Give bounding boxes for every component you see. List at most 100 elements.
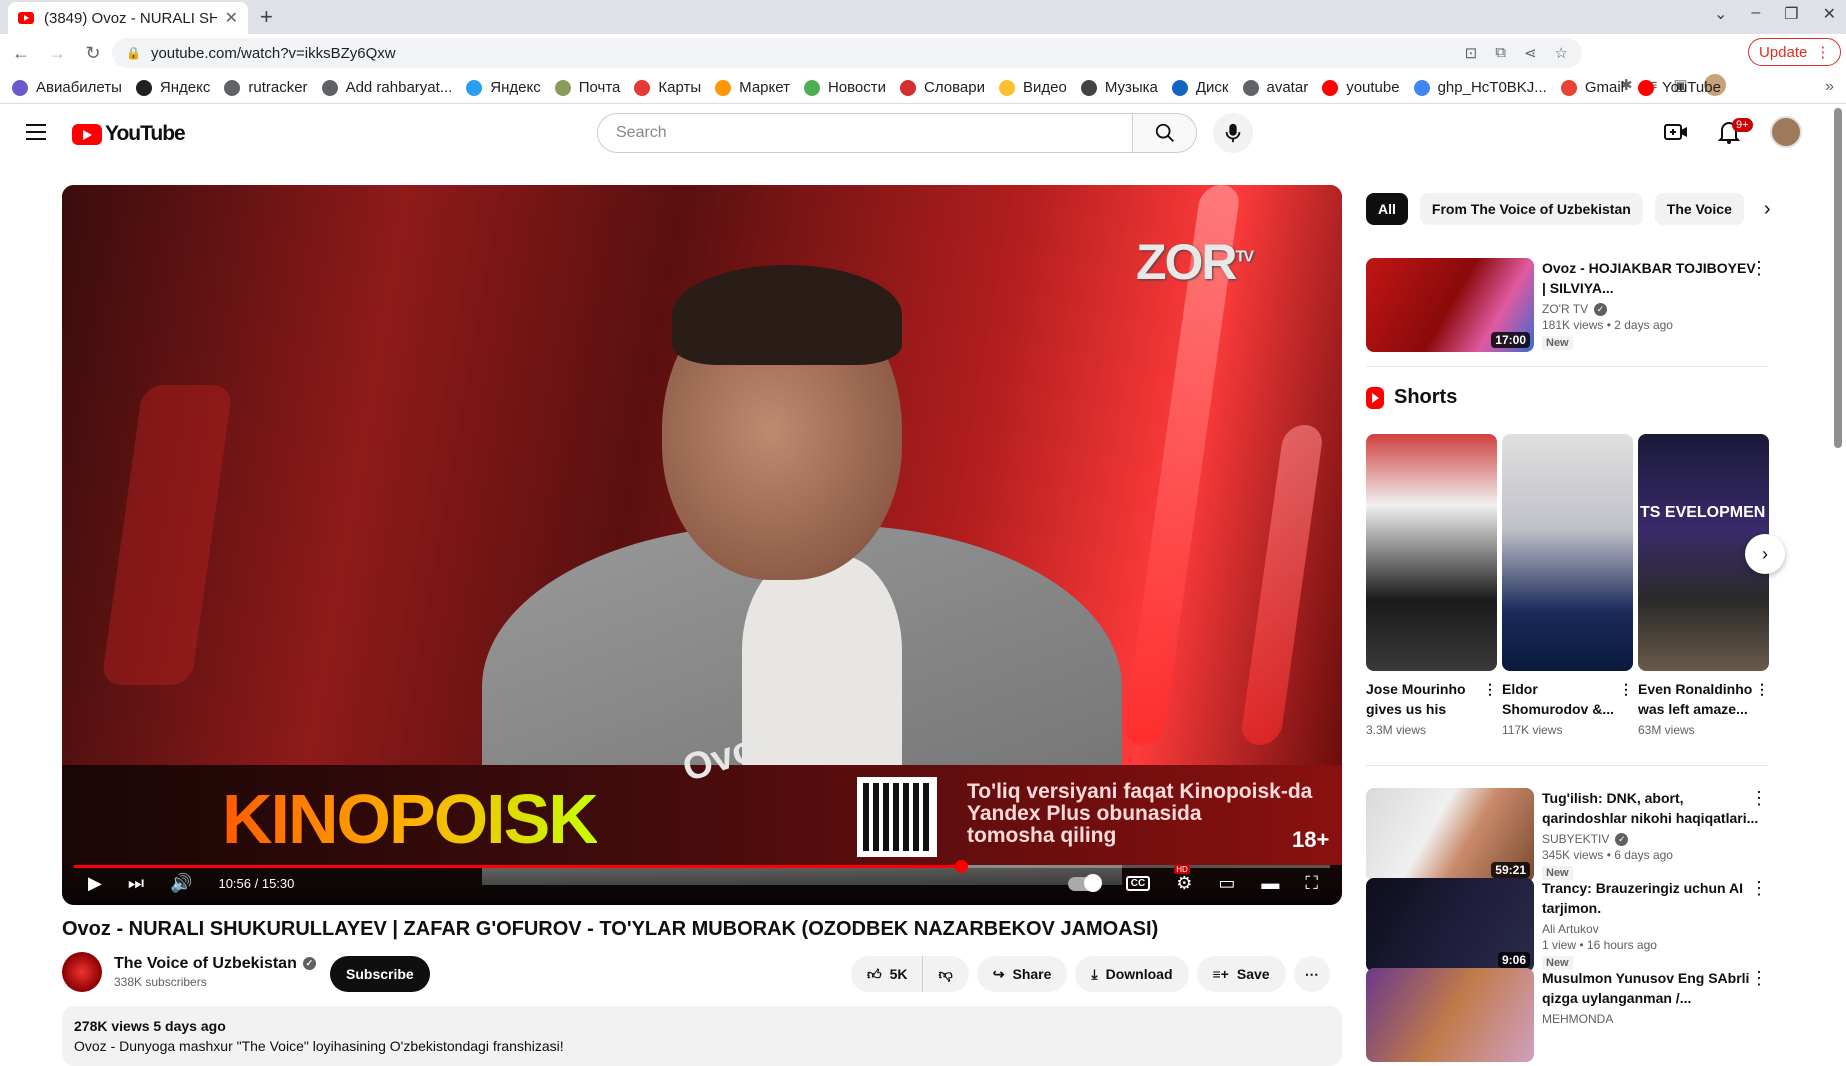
more-vertical-icon[interactable]: ⋮ bbox=[1750, 258, 1768, 279]
bookmark-item[interactable]: Почта bbox=[554, 79, 620, 96]
bookmark-item[interactable]: Словари bbox=[900, 79, 985, 96]
bookmark-item[interactable]: rutracker bbox=[224, 79, 308, 96]
settings-gear-icon[interactable]: ⚙ HD bbox=[1174, 865, 1192, 894]
bookmark-star-icon[interactable]: ☆ bbox=[1555, 44, 1568, 62]
channel-name[interactable]: ZO'R TV bbox=[1542, 302, 1588, 316]
short-title[interactable]: Jose Mourinho gives us his Eur... bbox=[1366, 681, 1466, 719]
bookmark-item[interactable]: Add rahbaryat... bbox=[321, 79, 452, 96]
video-thumbnail[interactable]: 59:21 bbox=[1366, 788, 1534, 882]
bookmark-item[interactable]: avatar bbox=[1242, 79, 1308, 96]
recommended-video[interactable]: 9:06 Trancy: Brauzeringiz uchun AI tarjim… bbox=[1366, 878, 1776, 972]
back-icon[interactable]: ← bbox=[6, 43, 36, 64]
more-vertical-icon[interactable]: ⋮ bbox=[1750, 968, 1768, 989]
share-icon[interactable]: ⋖ bbox=[1524, 44, 1537, 62]
volume-icon[interactable]: 🔊 bbox=[170, 873, 192, 894]
video-title[interactable]: Trancy: Brauzeringiz uchun AI tarjimon. bbox=[1542, 878, 1762, 918]
autoplay-toggle[interactable] bbox=[1067, 873, 1102, 892]
forward-icon[interactable]: → bbox=[42, 43, 72, 64]
browser-tab[interactable]: (3849) Ovoz - NURALI SHU ✕ bbox=[8, 2, 248, 34]
install-app-icon[interactable]: ⊡ bbox=[1465, 44, 1478, 62]
bookmark-item[interactable]: YouTube bbox=[1637, 79, 1721, 96]
bookmark-item[interactable]: Авиабилеты bbox=[12, 79, 122, 96]
shorts-next-button[interactable]: › bbox=[1745, 534, 1785, 574]
kinopoisk-banner[interactable]: KINOPOISK Ovoz To'liq versiyani faqat Ki… bbox=[62, 722, 1342, 865]
bookmark-item[interactable]: Яндекс bbox=[135, 79, 210, 96]
short-item[interactable]: Jose Mourinho gives us his Eur... ⋮ 3.3M v… bbox=[1366, 434, 1497, 737]
short-item[interactable]: Eldor Shomurodov &... ⋮ 117K views bbox=[1502, 434, 1633, 737]
url-input[interactable]: 🔒 youtube.com/watch?v=ikksBZy6Qxw ⊡ ⧉ ⋖ … bbox=[112, 38, 1582, 68]
video-thumbnail[interactable] bbox=[1366, 968, 1534, 1062]
theater-mode-icon[interactable]: ▬ bbox=[1261, 873, 1279, 894]
bookmark-item[interactable]: ghp_HcT0BKJ... bbox=[1413, 79, 1547, 96]
restore-icon[interactable]: ❐ bbox=[1784, 4, 1798, 24]
miniplayer-icon[interactable]: ▭ bbox=[1218, 873, 1235, 894]
voice-search-button[interactable] bbox=[1213, 113, 1253, 153]
channel-name[interactable]: MEHMONDA bbox=[1542, 1012, 1613, 1026]
description-box[interactable]: 278K views 5 days ago Ovoz - Dunyoga mas… bbox=[62, 1006, 1342, 1066]
bookmarks-more-icon[interactable]: » bbox=[1825, 78, 1834, 96]
chip-all[interactable]: All bbox=[1366, 193, 1408, 225]
subscribe-button[interactable]: Subscribe bbox=[330, 956, 430, 992]
close-window-icon[interactable]: ✕ bbox=[1823, 4, 1836, 24]
chip-from-channel[interactable]: From The Voice of Uzbekistan bbox=[1419, 193, 1643, 225]
tab-close-icon[interactable]: ✕ bbox=[225, 8, 238, 28]
fullscreen-icon[interactable]: ⛶ bbox=[1305, 873, 1318, 894]
more-vertical-icon[interactable]: ⋮ bbox=[1483, 679, 1497, 699]
recommended-video[interactable]: 59:21 Tug'ilish: DNK, abort, qarindoshlar… bbox=[1366, 788, 1776, 882]
minimize-icon[interactable]: – bbox=[1751, 4, 1760, 24]
bookmark-item[interactable]: Карты bbox=[634, 79, 701, 96]
account-avatar[interactable] bbox=[1770, 116, 1802, 148]
more-vertical-icon[interactable]: ⋮ bbox=[1755, 679, 1769, 699]
channel-name[interactable]: The Voice of Uzbekistan bbox=[114, 955, 297, 972]
video-thumbnail[interactable]: 9:06 bbox=[1366, 878, 1534, 972]
youtube-logo[interactable]: YouTube bbox=[72, 122, 186, 146]
update-button[interactable]: Update ⋮ bbox=[1748, 38, 1842, 66]
bookmark-item[interactable]: Маркет bbox=[715, 79, 790, 96]
short-thumbnail[interactable] bbox=[1502, 434, 1633, 671]
page-scrollbar[interactable] bbox=[1834, 108, 1842, 448]
share-button[interactable]: ↪ Share bbox=[976, 956, 1068, 992]
chevron-right-icon[interactable]: › bbox=[1764, 198, 1771, 221]
bookmark-item[interactable]: Новости bbox=[803, 79, 886, 96]
play-icon[interactable]: ▶ bbox=[88, 873, 102, 894]
new-tab-button[interactable]: + bbox=[260, 4, 273, 30]
download-button[interactable]: ⤓ Download bbox=[1075, 956, 1189, 992]
recommended-video[interactable]: Musulmon Yunusov Eng SAbrli qizga uylang… bbox=[1366, 968, 1776, 1062]
short-title[interactable]: Even Ronaldinho was left amaze... bbox=[1638, 681, 1752, 717]
subtitles-icon[interactable]: CC bbox=[1125, 876, 1151, 891]
bookmark-item[interactable]: Диск bbox=[1171, 79, 1229, 96]
video-player[interactable]: ZORTV KINOPOISK Ovoz To'liq versiyani fa… bbox=[62, 185, 1342, 905]
menu-hamburger-icon[interactable] bbox=[26, 124, 46, 140]
more-vertical-icon[interactable]: ⋮ bbox=[1619, 679, 1633, 699]
chip-the-voice[interactable]: The Voice bbox=[1654, 193, 1744, 225]
reload-icon[interactable]: ↻ bbox=[78, 43, 108, 64]
create-video-icon[interactable] bbox=[1664, 122, 1688, 142]
video-title[interactable]: Tug'ilish: DNK, abort, qarindoshlar niko… bbox=[1542, 788, 1762, 828]
dislike-button[interactable]: 👎︎ bbox=[922, 956, 969, 992]
more-vertical-icon[interactable]: ⋮ bbox=[1750, 788, 1768, 809]
bookmark-item[interactable]: youtube bbox=[1322, 79, 1400, 96]
progress-scrubber[interactable] bbox=[954, 860, 968, 873]
translate-icon[interactable]: ⧉ bbox=[1495, 44, 1506, 62]
progress-bar[interactable] bbox=[74, 860, 1330, 873]
video-thumbnail[interactable]: 17:00 bbox=[1366, 258, 1534, 352]
next-icon[interactable]: ⏭ bbox=[128, 873, 144, 894]
short-title[interactable]: Eldor Shomurodov &... bbox=[1502, 681, 1614, 717]
channel-name[interactable]: Ali Artukov bbox=[1542, 922, 1599, 936]
bookmark-item[interactable]: Музыка bbox=[1080, 79, 1158, 96]
short-item[interactable]: TS EVELOPMEN Even Ronaldinho was left ama… bbox=[1638, 434, 1769, 737]
recommended-video[interactable]: 17:00 Ovoz - HOJIAKBAR TOJIBOYEV | SILVIY… bbox=[1366, 258, 1776, 352]
short-thumbnail[interactable] bbox=[1366, 434, 1497, 671]
channel-name[interactable]: SUBYEKTIV bbox=[1542, 832, 1609, 846]
search-input[interactable]: Search bbox=[597, 113, 1133, 153]
save-button[interactable]: ≡+ Save bbox=[1196, 956, 1286, 992]
like-button[interactable]: 👍︎ 5K bbox=[851, 956, 923, 992]
more-vertical-icon[interactable]: ⋮ bbox=[1750, 878, 1768, 899]
bookmark-item[interactable]: Gmail bbox=[1560, 79, 1624, 96]
tab-search-icon[interactable]: ⌄ bbox=[1714, 4, 1727, 24]
bookmark-item[interactable]: Яндекс bbox=[466, 79, 541, 96]
channel-avatar[interactable] bbox=[62, 952, 102, 992]
video-title[interactable]: Musulmon Yunusov Eng SAbrli qizga uylang… bbox=[1542, 968, 1762, 1008]
bookmark-item[interactable]: Видео bbox=[999, 79, 1067, 96]
more-actions-button[interactable]: ⋯ bbox=[1293, 956, 1330, 992]
